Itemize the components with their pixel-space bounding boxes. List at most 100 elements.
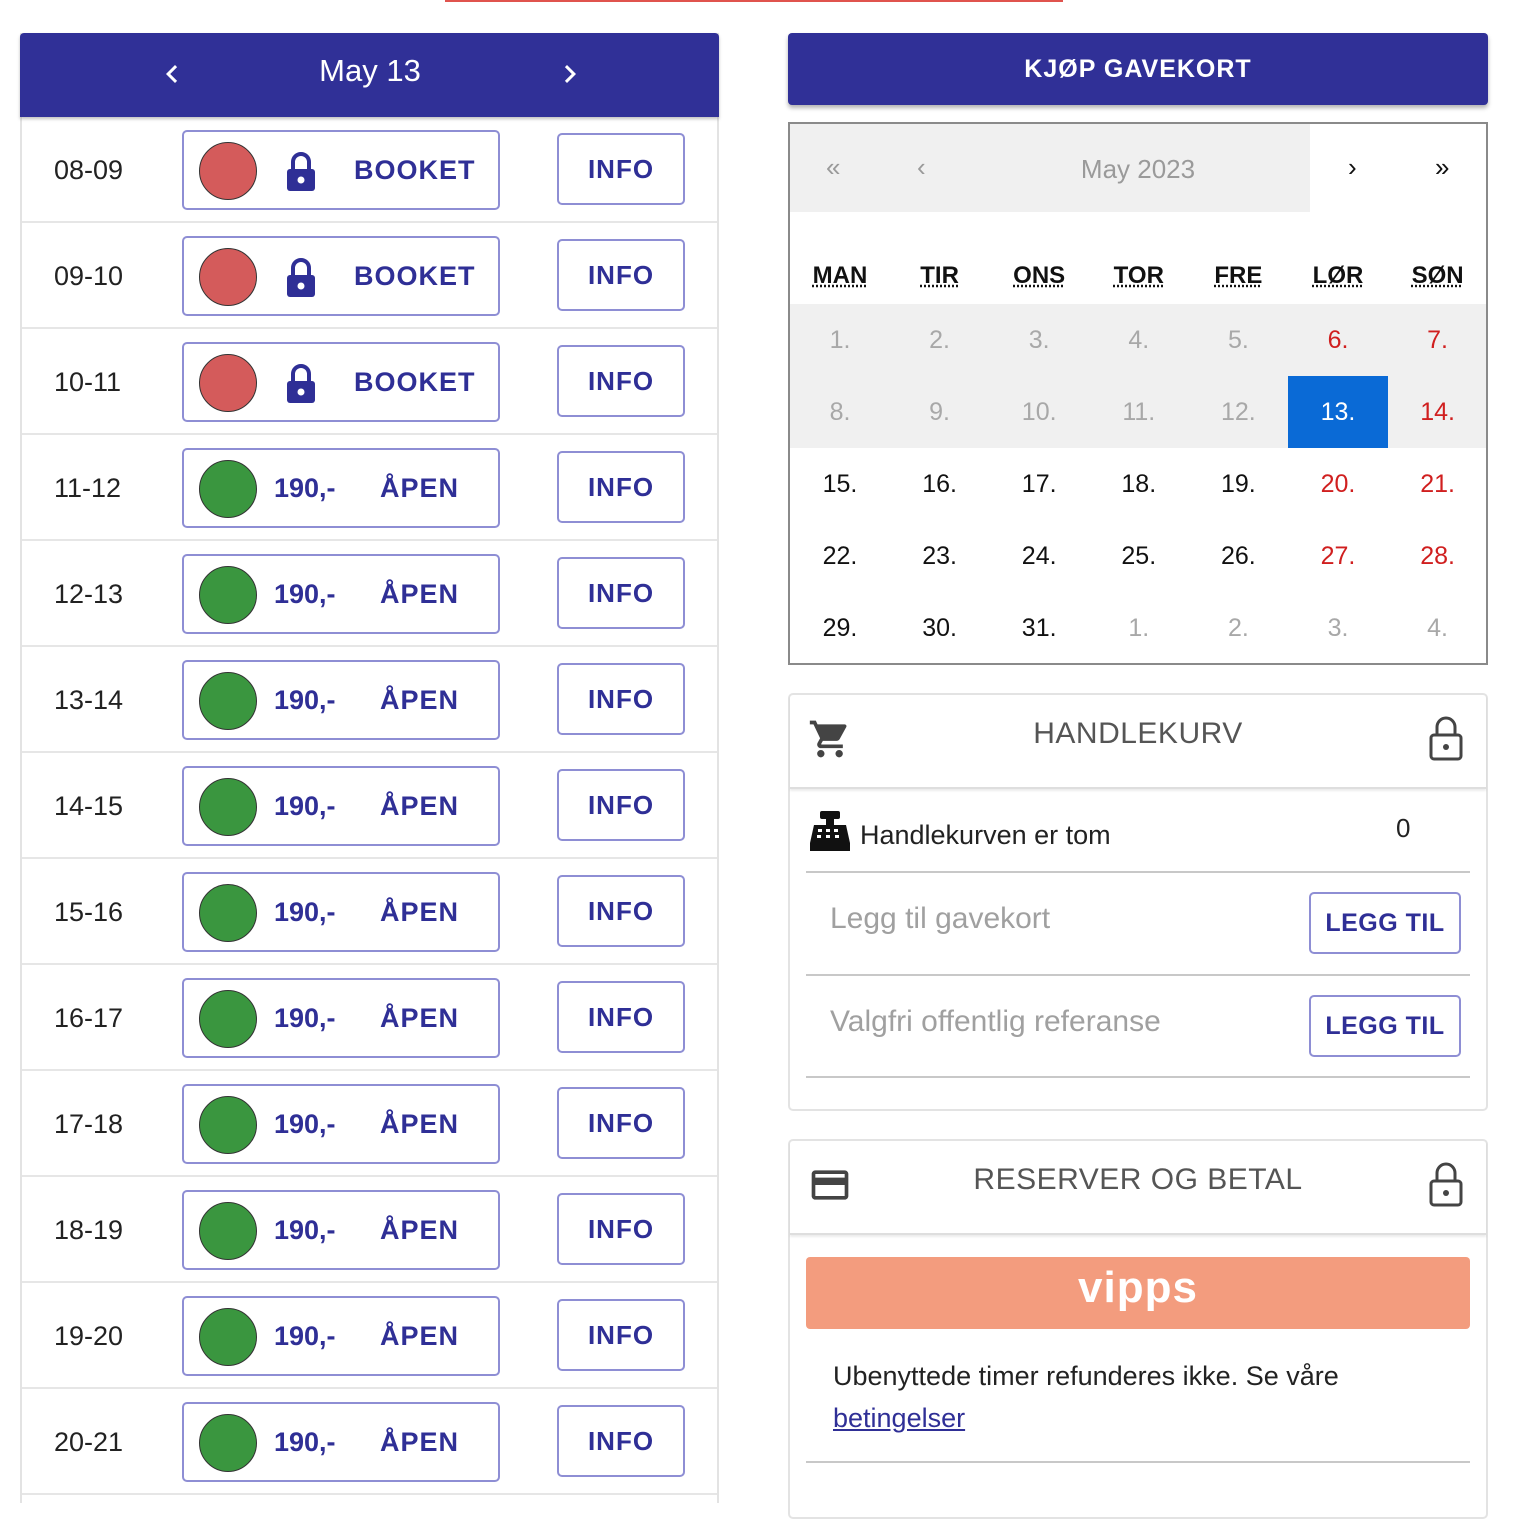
slot-info-button[interactable]: INFO [557, 1405, 685, 1477]
calendar-day-selected[interactable]: 13. [1288, 376, 1388, 448]
slot-info-button[interactable]: INFO [557, 133, 685, 205]
slot-time: 18-19 [54, 1215, 124, 1245]
calendar-day[interactable]: 2. [1188, 592, 1288, 664]
time-slot-row: 12-13 190,- ÅPEN INFO [22, 541, 717, 647]
calendar-day[interactable]: 18. [1089, 448, 1189, 520]
slot-status-button[interactable]: 190,- ÅPEN [182, 766, 500, 846]
prev-year-button[interactable]: « [826, 152, 840, 183]
calendar-day[interactable]: 21. [1388, 448, 1488, 520]
slot-status-label: ÅPEN [380, 791, 460, 821]
slot-info-button[interactable]: INFO [557, 1193, 685, 1265]
calendar-day[interactable]: 16. [890, 448, 990, 520]
calendar-day[interactable]: 29. [790, 592, 890, 664]
calendar-day[interactable]: 28. [1388, 520, 1488, 592]
slot-status-button[interactable]: 190,- ÅPEN [182, 872, 500, 952]
add-reference-button[interactable]: LEGG TIL [1309, 995, 1461, 1057]
slot-status-button[interactable]: BOOKET [182, 130, 500, 210]
calendar-day[interactable]: 19. [1188, 448, 1288, 520]
calendar-day[interactable]: 4. [1388, 592, 1488, 664]
calendar-day[interactable]: 9. [890, 376, 990, 448]
next-year-button[interactable]: » [1435, 152, 1449, 183]
calendar-day[interactable]: 12. [1188, 376, 1288, 448]
slot-status-button[interactable]: 190,- ÅPEN [182, 1190, 500, 1270]
calendar-day[interactable]: 3. [1288, 592, 1388, 664]
calendar-day[interactable]: 2. [890, 304, 990, 376]
reference-input[interactable] [830, 1005, 1290, 1039]
slot-price: 190,- [274, 1215, 336, 1245]
calendar-day[interactable]: 8. [790, 376, 890, 448]
calendar-day[interactable]: 1. [1089, 592, 1189, 664]
calendar-day[interactable]: 27. [1288, 520, 1388, 592]
slot-price: 190,- [274, 1003, 336, 1033]
slot-status-button[interactable]: 190,- ÅPEN [182, 660, 500, 740]
slot-price: 190,- [274, 1427, 336, 1457]
calendar-day[interactable]: 14. [1388, 376, 1488, 448]
slot-status-button[interactable]: BOOKET [182, 236, 500, 316]
calendar-day[interactable]: 17. [989, 448, 1089, 520]
available-indicator [199, 1202, 257, 1260]
available-indicator [199, 1096, 257, 1154]
slot-info-button[interactable]: INFO [557, 345, 685, 417]
weekday-header: LØR [1288, 262, 1388, 290]
slot-time: 14-15 [54, 791, 124, 821]
slot-time: 16-17 [54, 1003, 124, 1033]
weekday-label: ONS [1013, 262, 1066, 289]
slot-price: 190,- [274, 1109, 336, 1139]
calendar-day[interactable]: 23. [890, 520, 990, 592]
slot-time: 17-18 [54, 1109, 124, 1139]
divider [806, 1461, 1470, 1463]
slot-status-button[interactable]: 190,- ÅPEN [182, 978, 500, 1058]
slot-status-button[interactable]: 190,- ÅPEN [182, 1084, 500, 1164]
weekday-header: SØN [1388, 262, 1488, 290]
calendar-day[interactable]: 5. [1188, 304, 1288, 376]
calendar-day[interactable]: 3. [989, 304, 1089, 376]
chevron-right-icon[interactable] [552, 56, 588, 92]
slot-status-button[interactable]: 190,- ÅPEN [182, 1296, 500, 1376]
calendar-day[interactable]: 4. [1089, 304, 1189, 376]
slot-status-button[interactable]: 190,- ÅPEN [182, 554, 500, 634]
slot-info-button[interactable]: INFO [557, 1087, 685, 1159]
calendar-day[interactable]: 22. [790, 520, 890, 592]
slot-info-button[interactable]: INFO [557, 451, 685, 523]
next-month-button[interactable]: › [1348, 152, 1357, 183]
calendar-day[interactable]: 6. [1288, 304, 1388, 376]
slot-status-label: ÅPEN [380, 1109, 460, 1139]
calendar-day[interactable]: 25. [1089, 520, 1189, 592]
time-slot-row: 10-11 BOOKET INFO [22, 329, 717, 435]
prev-month-button[interactable]: ‹ [917, 152, 926, 183]
slot-info-button[interactable]: INFO [557, 981, 685, 1053]
weekday-header: ONS [989, 262, 1089, 290]
add-giftcard-button[interactable]: LEGG TIL [1309, 892, 1461, 954]
slot-info-button[interactable]: INFO [557, 239, 685, 311]
vipps-pay-button[interactable]: vipps [806, 1257, 1470, 1329]
slot-info-button[interactable]: INFO [557, 1299, 685, 1371]
calendar-day[interactable]: 31. [989, 592, 1089, 664]
booked-indicator [199, 142, 257, 200]
buy-giftcard-button[interactable]: KJØP GAVEKORT [788, 33, 1488, 105]
slot-status-button[interactable]: 190,- ÅPEN [182, 448, 500, 528]
slot-info-button[interactable]: INFO [557, 663, 685, 735]
calendar-day[interactable]: 20. [1288, 448, 1388, 520]
slot-time: 19-20 [54, 1321, 124, 1351]
calendar: « ‹ May 2023 › » MAN TIR ONS TOR FRE LØR SØN 1… [788, 122, 1488, 665]
calendar-day[interactable]: 7. [1388, 304, 1488, 376]
chevron-left-icon[interactable] [154, 56, 190, 92]
terms-link[interactable]: betingelser [833, 1403, 965, 1433]
calendar-day[interactable]: 30. [890, 592, 990, 664]
calendar-day[interactable]: 24. [989, 520, 1089, 592]
calendar-day[interactable]: 15. [790, 448, 890, 520]
time-slot-row: 13-14 190,- ÅPEN INFO [22, 647, 717, 753]
calendar-day[interactable]: 1. [790, 304, 890, 376]
slot-info-button[interactable]: INFO [557, 769, 685, 841]
slot-info-button[interactable]: INFO [557, 557, 685, 629]
cart-empty-text: Handlekurven er tom [860, 820, 1111, 850]
giftcard-input[interactable] [830, 902, 1290, 936]
slot-info-button[interactable]: INFO [557, 875, 685, 947]
calendar-day[interactable]: 10. [989, 376, 1089, 448]
slot-status-button[interactable]: 190,- ÅPEN [182, 1402, 500, 1482]
calendar-day[interactable]: 26. [1188, 520, 1288, 592]
top-accent-line [445, 0, 1063, 2]
slot-status-label: ÅPEN [380, 1215, 460, 1245]
calendar-day[interactable]: 11. [1089, 376, 1189, 448]
slot-status-button[interactable]: BOOKET [182, 342, 500, 422]
